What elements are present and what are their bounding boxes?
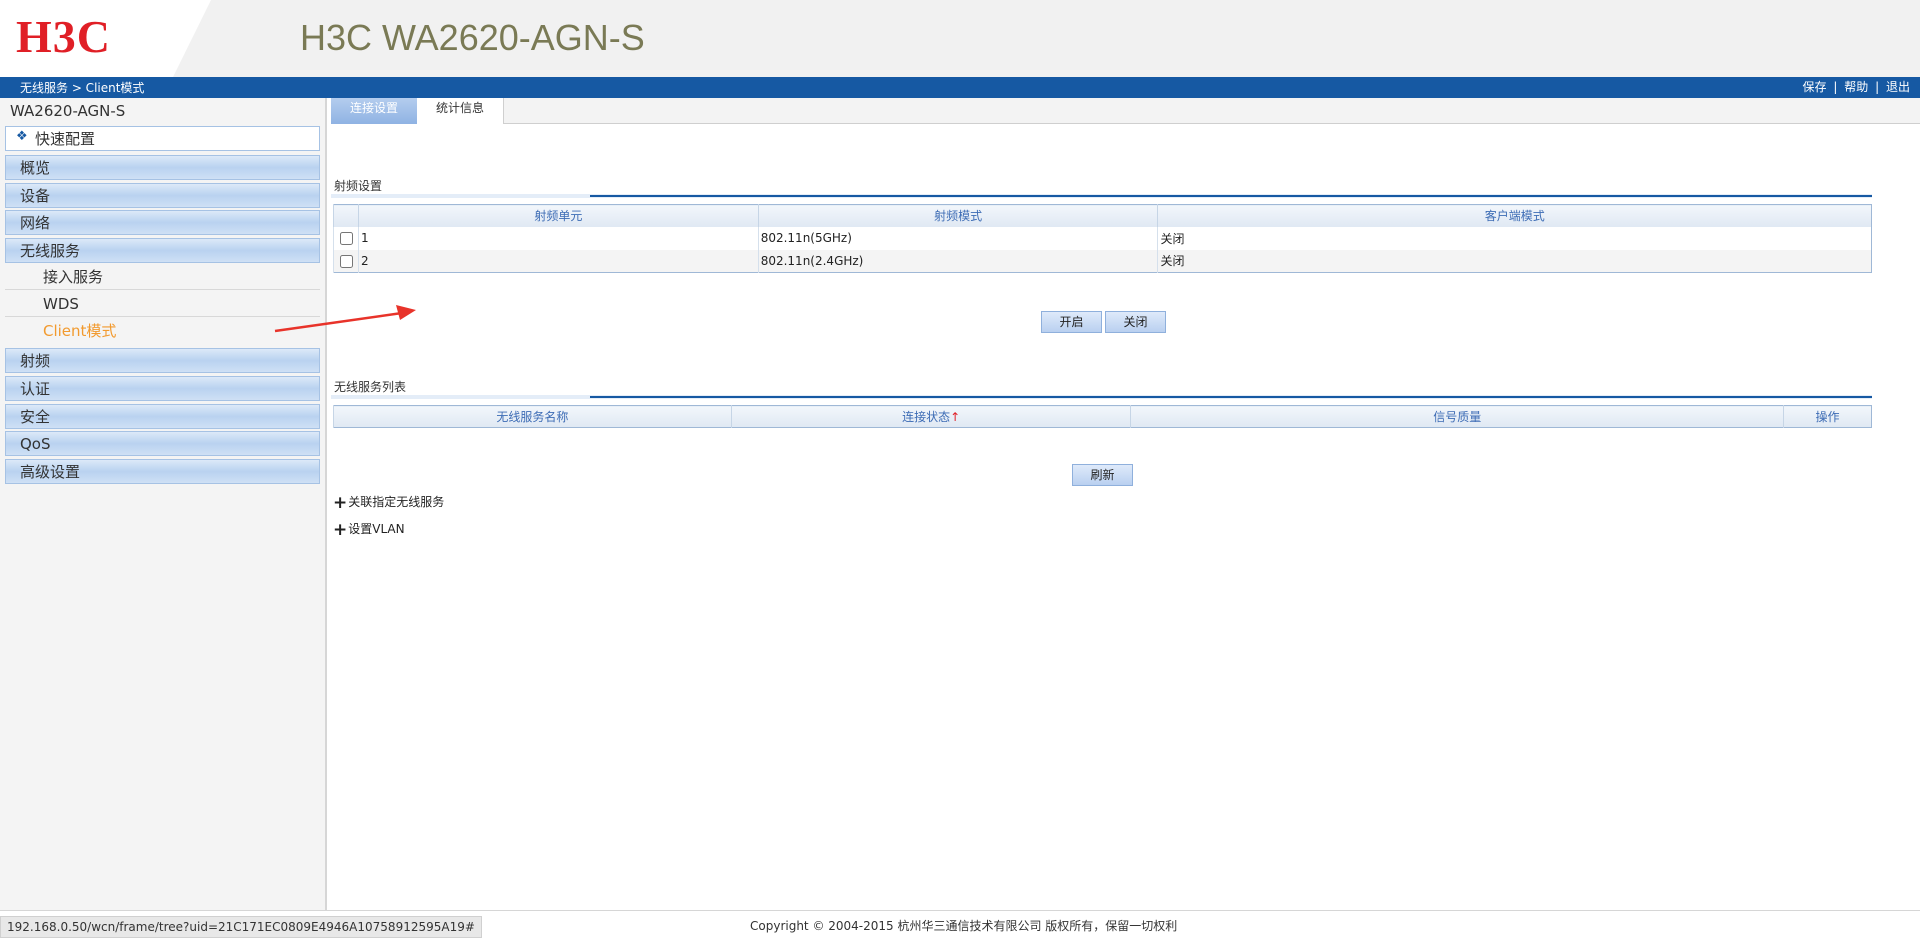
sidebar-item-network[interactable]: 网络 (5, 210, 320, 235)
radio-unit-cell: 1 (357, 226, 759, 250)
help-link[interactable]: 帮助 (1844, 80, 1868, 94)
tab-bar: 连接设置 统计信息 (331, 98, 1920, 124)
status-url: 192.168.0.50/wcn/frame/tree?uid=21C171EC… (0, 916, 482, 938)
footer: 192.168.0.50/wcn/frame/tree?uid=21C171EC… (0, 910, 1920, 938)
save-link[interactable]: 保存 (1803, 80, 1827, 94)
sidebar-item-advanced[interactable]: 高级设置 (5, 459, 320, 484)
checkbox-header (333, 204, 359, 227)
row-checkbox-cell (333, 249, 359, 273)
header: H3C H3C WA2620-AGN-S (0, 0, 1920, 77)
link-separator: | (1875, 80, 1880, 94)
column-header[interactable]: 客户端模式 (1157, 204, 1872, 227)
service-table: 无线服务名称 连接状态↑ 信号质量 操作 (333, 405, 1872, 428)
main-content: 连接设置 统计信息 射频设置 射频单元 射频模式 客户端模式 1 802.11n… (331, 98, 1920, 910)
sidebar-item-radio[interactable]: 射频 (5, 348, 320, 373)
sidebar-item-device[interactable]: 设备 (5, 183, 320, 208)
sidebar-item-auth[interactable]: 认证 (5, 376, 320, 401)
row-checkbox[interactable] (340, 232, 353, 245)
top-bar: 无线服务 > Client模式 保存 | 帮助 | 退出 (0, 77, 1920, 98)
link-separator: | (1833, 80, 1838, 94)
section-divider-accent (590, 195, 1872, 197)
sidebar-item-overview[interactable]: 概览 (5, 155, 320, 180)
sidebar-item-label: 快速配置 (35, 130, 96, 148)
disable-button[interactable]: 关闭 (1105, 311, 1166, 333)
diamond-icon: ❖ (16, 129, 28, 144)
sidebar-item-wireless[interactable]: 无线服务 (5, 238, 320, 263)
table-row: 1 802.11n(5GHz) 关闭 (333, 226, 1872, 250)
breadcrumb: 无线服务 > Client模式 (20, 81, 145, 95)
column-header[interactable]: 无线服务名称 (333, 405, 732, 428)
copyright: Copyright © 2004-2015 杭州华三通信技术有限公司 版权所有，… (750, 919, 1178, 933)
client-mode-cell: 关闭 (1157, 249, 1872, 273)
logout-link[interactable]: 退出 (1886, 80, 1910, 94)
arrow-shaft (274, 311, 403, 333)
column-header[interactable]: 信号质量 (1130, 405, 1784, 428)
sidebar: WA2620-AGN-S ❖ 快速配置 概览 设备 网络 无线服务 接入服务 W… (0, 98, 327, 910)
table-header-row: 无线服务名称 连接状态↑ 信号质量 操作 (333, 405, 1872, 428)
radio-table: 射频单元 射频模式 客户端模式 1 802.11n(5GHz) 关闭 2 802… (333, 204, 1872, 273)
device-name: WA2620-AGN-S (10, 102, 126, 120)
annotation-arrow-icon (274, 305, 416, 333)
radio-mode-cell: 802.11n(2.4GHz) (757, 249, 1158, 273)
h3c-logo: H3C (16, 11, 111, 62)
logo-area: H3C (0, 0, 211, 77)
column-header[interactable]: 射频单元 (357, 204, 759, 227)
section-divider (331, 194, 1872, 198)
service-section-title: 无线服务列表 (334, 380, 407, 394)
expand-label: 设置VLAN (348, 522, 405, 536)
section-divider (331, 395, 1872, 399)
expand-vlan-settings[interactable]: +设置VLAN (333, 520, 405, 540)
table-row: 2 802.11n(2.4GHz) 关闭 (333, 249, 1872, 273)
radio-mode-cell: 802.11n(5GHz) (757, 226, 1158, 250)
model-title: H3C WA2620-AGN-S (300, 17, 645, 58)
column-header: 操作 (1783, 405, 1872, 428)
sidebar-item-security[interactable]: 安全 (5, 404, 320, 429)
sort-arrow-icon: ↑ (950, 410, 961, 424)
row-checkbox-cell (333, 226, 359, 250)
top-links: 保存 | 帮助 | 退出 (1803, 80, 1910, 94)
tab-connection-settings[interactable]: 连接设置 (331, 98, 417, 124)
tab-statistics[interactable]: 统计信息 (417, 98, 504, 124)
expand-label: 关联指定无线服务 (348, 495, 445, 509)
sidebar-item-quick-config[interactable]: ❖ 快速配置 (5, 126, 320, 151)
arrow-head (396, 305, 416, 320)
client-mode-cell: 关闭 (1157, 226, 1872, 250)
sidebar-item-qos[interactable]: QoS (5, 431, 320, 456)
refresh-button[interactable]: 刷新 (1072, 464, 1133, 486)
radio-unit-cell: 2 (357, 249, 759, 273)
plus-icon: + (333, 520, 348, 540)
expand-associate-service[interactable]: +关联指定无线服务 (333, 493, 445, 513)
column-header-label: 连接状态 (902, 410, 951, 424)
column-header[interactable]: 射频模式 (757, 204, 1158, 227)
table-header-row: 射频单元 射频模式 客户端模式 (333, 204, 1872, 227)
sidebar-subitem-access-service[interactable]: 接入服务 (5, 264, 320, 290)
plus-icon: + (333, 493, 348, 513)
row-checkbox[interactable] (340, 254, 353, 268)
enable-button[interactable]: 开启 (1041, 311, 1102, 333)
section-divider-accent (590, 396, 1872, 398)
radio-section-title: 射频设置 (334, 179, 383, 193)
column-header-sortable[interactable]: 连接状态↑ (730, 405, 1131, 428)
